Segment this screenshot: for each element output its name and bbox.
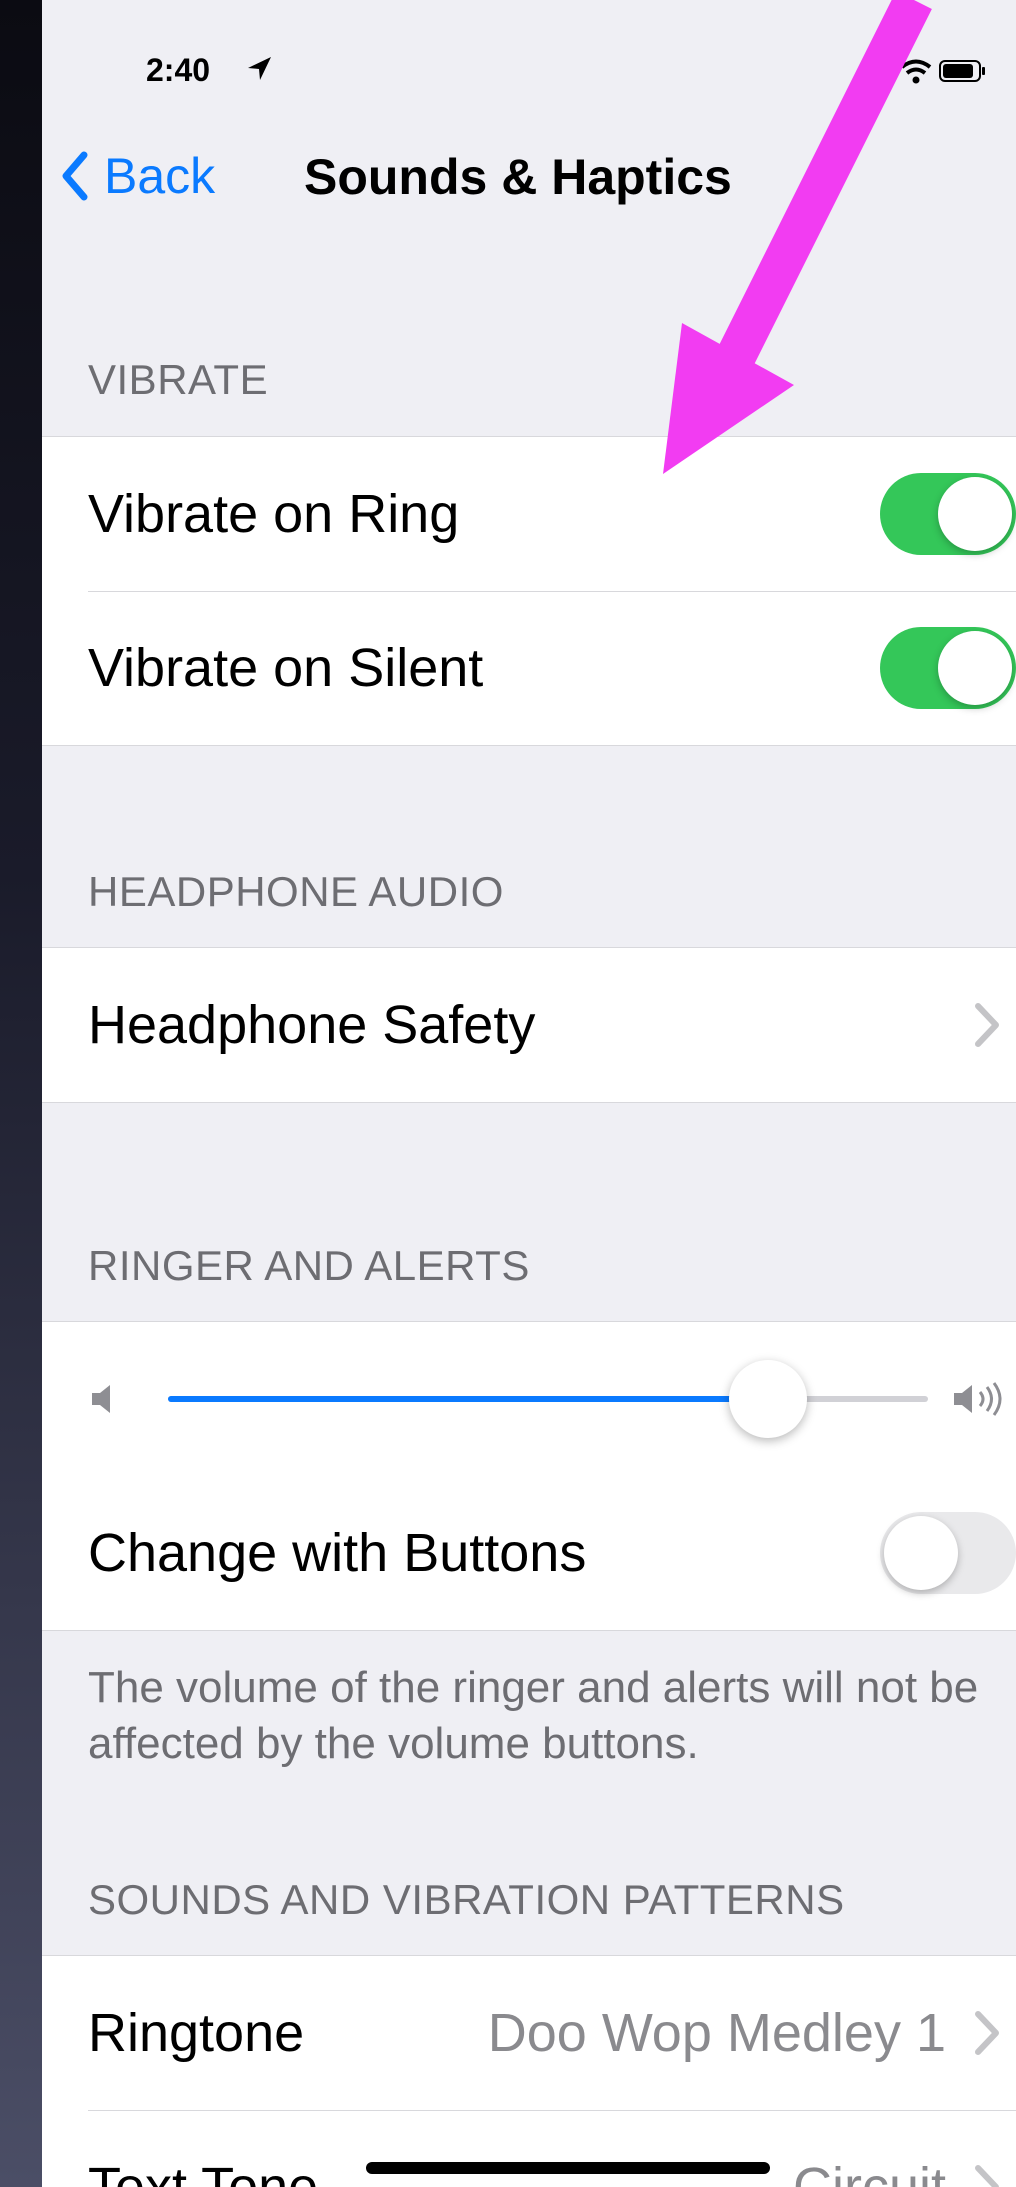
ringer-volume-slider[interactable] (168, 1360, 928, 1438)
chevron-right-icon (975, 2011, 999, 2055)
toggle-knob (938, 631, 1012, 705)
toggle-knob (884, 1516, 958, 1590)
row-label: Change with Buttons (88, 1523, 587, 1583)
ringer-footer-note: The volume of the ringer and alerts will… (88, 1663, 979, 1768)
slider-fill (168, 1396, 769, 1402)
status-icons (862, 59, 985, 84)
wifi-icon (900, 59, 932, 84)
group-sounds-and-vibration: Ringtone Doo Wop Medley 1 Text Tone Circ… (42, 1955, 1016, 2187)
back-button-label: Back (104, 148, 216, 204)
speaker-low-icon (92, 1385, 110, 1413)
status-time: 2:40 (146, 52, 211, 88)
row-ringtone[interactable]: Ringtone Doo Wop Medley 1 (42, 1956, 1016, 2110)
row-value: Doo Wop Medley 1 (487, 2003, 946, 2063)
chevron-right-icon (975, 1003, 999, 1047)
row-label: Text Tone (88, 2157, 319, 2187)
change-with-buttons-toggle[interactable] (880, 1512, 1016, 1594)
speaker-high-icon (954, 1382, 1002, 1416)
vibrate-on-silent-toggle[interactable] (880, 627, 1016, 709)
chevron-left-icon (62, 151, 88, 201)
cellular-signal-icon (862, 60, 891, 84)
group-ringer-and-alerts: Change with Buttons (42, 1321, 1016, 1631)
group-vibrate: Vibrate on Ring Vibrate on Silent (42, 436, 1016, 746)
row-label: Vibrate on Ring (88, 484, 460, 544)
section-header-headphone-audio: HEADPHONE AUDIO (88, 868, 504, 915)
navigation-bar: Back Sounds & Haptics (42, 130, 1016, 220)
row-vibrate-on-silent: Vibrate on Silent (42, 591, 1016, 745)
row-value: Circuit (792, 2157, 946, 2187)
slider-knob[interactable] (729, 1360, 808, 1438)
ringer-volume-row (42, 1322, 1016, 1476)
row-text-tone[interactable]: Text Tone Circuit (42, 2110, 1016, 2187)
row-label: Headphone Safety (88, 995, 536, 1055)
toggle-knob (938, 477, 1012, 551)
row-change-with-buttons: Change with Buttons (42, 1476, 1016, 1630)
location-arrow-icon (248, 57, 271, 80)
section-header-sounds-and-vibration: SOUNDS AND VIBRATION PATTERNS (88, 1876, 845, 1923)
section-header-ringer-and-alerts: RINGER AND ALERTS (88, 1242, 530, 1289)
status-bar: 2:40 (42, 0, 1016, 150)
row-label: Ringtone (88, 2003, 305, 2063)
battery-icon (939, 60, 985, 82)
row-label: Vibrate on Silent (88, 638, 484, 698)
chevron-right-icon (975, 2165, 999, 2187)
row-vibrate-on-ring: Vibrate on Ring (42, 437, 1016, 591)
phone-screen: 2:40 Back Sounds & Haptics VIBRATE Vibra… (42, 0, 1016, 2187)
home-indicator (366, 2162, 770, 2174)
section-header-vibrate: VIBRATE (88, 356, 269, 403)
page-title: Sounds & Haptics (304, 149, 732, 205)
row-headphone-safety[interactable]: Headphone Safety (42, 948, 1016, 1102)
group-headphone-audio: Headphone Safety (42, 947, 1016, 1103)
vibrate-on-ring-toggle[interactable] (880, 473, 1016, 555)
back-button[interactable]: Back (60, 146, 215, 206)
